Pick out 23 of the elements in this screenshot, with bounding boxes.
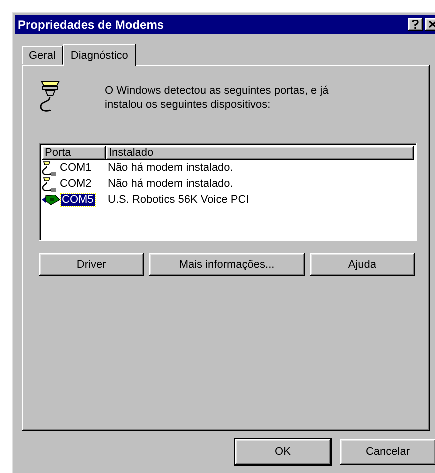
modem-card-icon bbox=[42, 195, 60, 205]
tab[interactable]: Geral bbox=[22, 46, 63, 65]
column-header[interactable]: Porta bbox=[42, 146, 106, 160]
device-name: U.S. Robotics 56K Voice PCI bbox=[107, 194, 250, 206]
tab[interactable]: Diagnóstico bbox=[62, 44, 136, 66]
device-name: Não há modem instalado. bbox=[107, 162, 234, 174]
dialog-button[interactable]: Cancelar bbox=[340, 439, 435, 465]
close-icon bbox=[428, 21, 435, 28]
help-button[interactable] bbox=[408, 18, 423, 31]
help-icon bbox=[412, 20, 419, 29]
dialog-button[interactable]: OK bbox=[235, 439, 331, 465]
action-button[interactable]: Driver bbox=[39, 253, 144, 276]
intro-text: O Windows detectou as seguintes portas, e já instalou os seguintes dispositivos: bbox=[105, 84, 330, 112]
port-name[interactable]: COM1 bbox=[59, 162, 93, 174]
action-button[interactable]: Ajuda bbox=[310, 253, 416, 276]
port-cable-icon bbox=[42, 176, 58, 192]
action-button[interactable]: Mais informações... bbox=[149, 253, 305, 276]
device-name: Não há modem instalado. bbox=[107, 178, 234, 190]
port-cable-icon bbox=[42, 160, 58, 176]
window-title: Propriedades de Modems bbox=[18, 18, 166, 32]
port-name[interactable]: COM5 bbox=[61, 194, 95, 206]
port-name[interactable]: COM2 bbox=[59, 178, 93, 190]
column-header[interactable]: Instalado bbox=[106, 146, 414, 160]
